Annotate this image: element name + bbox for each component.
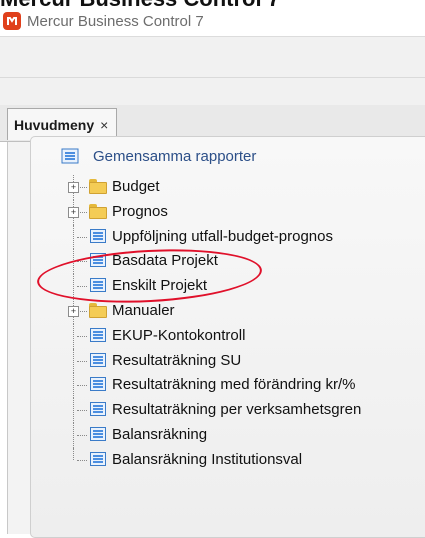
report-icon bbox=[89, 426, 107, 442]
tree-connector bbox=[73, 422, 74, 448]
tree-connector bbox=[73, 398, 74, 423]
tree-connector bbox=[77, 434, 87, 436]
tree-connector bbox=[77, 410, 87, 412]
window-title: Mercur Business Control 7 bbox=[27, 12, 204, 30]
tree-item[interactable]: EKUP-Kontokontroll bbox=[67, 323, 425, 349]
report-icon bbox=[89, 228, 107, 244]
tree-item-label: Basdata Projekt bbox=[112, 252, 218, 270]
tree-item[interactable]: Balansräkning bbox=[67, 422, 425, 448]
tab-label: Huvudmeny bbox=[14, 116, 95, 133]
tree-item[interactable]: Enskilt Projekt bbox=[67, 274, 425, 299]
main-content: Gemensamma rapporter + Budget + Prognos Uppf… bbox=[7, 136, 425, 538]
report-icon bbox=[89, 451, 107, 467]
mercur-logo-icon bbox=[3, 12, 21, 30]
main-menu-panel: Gemensamma rapporter + Budget + Prognos Uppf… bbox=[30, 136, 425, 538]
tree-connector bbox=[73, 348, 74, 374]
tree-item[interactable]: Resultaträkning med förändring kr/% bbox=[67, 373, 425, 399]
tree-connector bbox=[77, 385, 87, 387]
tree-item[interactable]: Resultaträkning SU bbox=[67, 348, 425, 374]
tree-connector bbox=[73, 249, 74, 275]
tree-item-label: Resultaträkning SU bbox=[112, 351, 242, 369]
tree-item-label: Balansräkning Institutionsval bbox=[112, 450, 303, 468]
close-icon[interactable]: × bbox=[100, 117, 108, 133]
tree-connector bbox=[77, 459, 87, 461]
tree-item-label: Budget bbox=[112, 178, 160, 195]
tree-connector bbox=[73, 323, 74, 349]
report-icon bbox=[89, 376, 107, 392]
report-icon bbox=[89, 327, 107, 343]
report-icon bbox=[89, 352, 107, 368]
tree-item[interactable]: Basdata Projekt bbox=[67, 249, 425, 275]
tree-connector bbox=[77, 236, 87, 238]
tree-connector bbox=[77, 360, 87, 362]
tree-connector bbox=[77, 335, 87, 337]
tree-connector bbox=[77, 286, 87, 288]
expand-icon[interactable]: + bbox=[68, 305, 79, 317]
tree-connector bbox=[73, 447, 74, 461]
tree-connector bbox=[77, 261, 87, 263]
tree-connector bbox=[73, 224, 74, 250]
tree-item-label: Resultaträkning per verksamhetsgren bbox=[112, 401, 362, 419]
report-group-label: Gemensamma rapporter bbox=[93, 147, 257, 165]
tree-item-label: EKUP-Kontokontroll bbox=[112, 326, 246, 344]
tree-connector bbox=[73, 373, 74, 399]
tree-item-label: Enskilt Projekt bbox=[112, 277, 208, 295]
tree-item-label: Balansräkning bbox=[112, 425, 208, 443]
tree-item-label: Resultaträkning med förändring kr/% bbox=[112, 376, 356, 394]
report-icon bbox=[89, 277, 107, 293]
report-group-header[interactable]: Gemensamma rapporter bbox=[61, 141, 256, 171]
tree-folder[interactable]: + Prognos bbox=[67, 199, 425, 225]
report-icon bbox=[61, 148, 79, 164]
tree-item-label: Prognos bbox=[112, 202, 168, 220]
tree-item[interactable]: Uppföljning utfall-budget-prognos bbox=[67, 224, 425, 250]
expand-icon[interactable]: + bbox=[68, 206, 79, 218]
report-icon bbox=[89, 252, 107, 268]
report-icon bbox=[89, 401, 107, 417]
folder-icon bbox=[89, 203, 107, 219]
tree-folder[interactable]: + Budget bbox=[67, 175, 425, 200]
tree-item-label: Uppföljning utfall-budget-prognos bbox=[112, 227, 333, 245]
tree-item[interactable]: Resultaträkning per verksamhetsgren bbox=[67, 398, 425, 423]
folder-icon bbox=[89, 178, 107, 194]
window-titlebar: Mercur Business Control 7 bbox=[0, 6, 425, 36]
toolbar bbox=[0, 36, 425, 106]
expand-icon[interactable]: + bbox=[68, 182, 79, 193]
tree-item[interactable]: Balansräkning Institutionsval bbox=[67, 447, 425, 473]
folder-icon bbox=[89, 302, 107, 318]
tree-item-label: Manualer bbox=[112, 301, 175, 319]
tree-folder[interactable]: + Manualer bbox=[67, 298, 425, 324]
tree-connector bbox=[73, 274, 74, 299]
navigation-tree: + Budget + Prognos Uppföljning utfall-budget… bbox=[67, 175, 425, 473]
